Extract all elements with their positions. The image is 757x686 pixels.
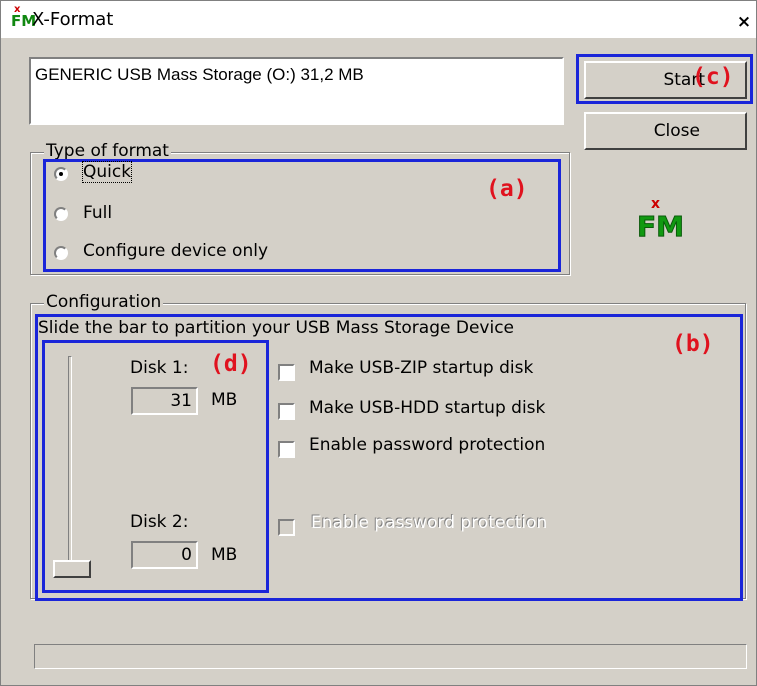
partition-instruction: Slide the bar to partition your USB Mass… bbox=[38, 318, 515, 338]
radio-configure-only-label[interactable]: Configure device only bbox=[83, 241, 268, 261]
usb-hdd-label[interactable]: Make USB-HDD startup disk bbox=[309, 398, 545, 418]
radio-configure-only[interactable] bbox=[54, 246, 68, 260]
annotation-d: (d) bbox=[210, 351, 252, 377]
svg-text:FM: FM bbox=[637, 210, 684, 243]
format-type-legend: Type of format bbox=[44, 141, 171, 161]
disk1-label: Disk 1: bbox=[130, 358, 189, 378]
device-text: GENERIC USB Mass Storage (O:) 31,2 MB bbox=[35, 65, 364, 84]
close-button[interactable]: Close bbox=[584, 112, 747, 150]
password-disk2-checkbox bbox=[278, 519, 295, 536]
annotation-a: (a) bbox=[486, 176, 528, 202]
annotation-c: (c) bbox=[692, 64, 734, 90]
password-disk1-label[interactable]: Enable password protection bbox=[309, 435, 545, 455]
usb-zip-checkbox[interactable] bbox=[278, 364, 295, 381]
radio-full[interactable] bbox=[54, 207, 68, 221]
password-disk1-checkbox[interactable] bbox=[278, 441, 295, 458]
annotation-b: (b) bbox=[672, 331, 714, 357]
close-window-icon[interactable]: × bbox=[735, 13, 753, 31]
fm-logo-icon: x FM bbox=[637, 196, 685, 244]
x-format-window: x FM X-Format × GENERIC USB Mass Storage … bbox=[0, 0, 757, 686]
title-bar[interactable]: x FM X-Format × bbox=[1, 1, 756, 38]
device-display: GENERIC USB Mass Storage (O:) 31,2 MB bbox=[29, 57, 564, 125]
partition-slider-thumb[interactable] bbox=[53, 560, 91, 578]
disk2-label: Disk 2: bbox=[130, 512, 189, 532]
close-button-label: Close bbox=[653, 121, 700, 141]
radio-full-label[interactable]: Full bbox=[83, 203, 112, 223]
configuration-legend: Configuration bbox=[44, 292, 164, 312]
radio-quick-label[interactable]: Quick bbox=[81, 161, 133, 183]
format-progress-bar bbox=[34, 644, 747, 669]
usb-zip-label[interactable]: Make USB-ZIP startup disk bbox=[309, 358, 533, 378]
disk1-unit: MB bbox=[211, 390, 238, 410]
radio-quick[interactable] bbox=[54, 167, 68, 181]
disk2-size-field: 0 bbox=[131, 541, 198, 569]
password-disk2-label: Enable password protection bbox=[311, 513, 548, 533]
disk1-size-field: 31 bbox=[131, 387, 198, 415]
window-title: X-Format bbox=[32, 9, 114, 30]
usb-hdd-checkbox[interactable] bbox=[278, 403, 295, 420]
partition-slider-track[interactable] bbox=[68, 356, 72, 576]
disk2-unit: MB bbox=[211, 545, 238, 565]
